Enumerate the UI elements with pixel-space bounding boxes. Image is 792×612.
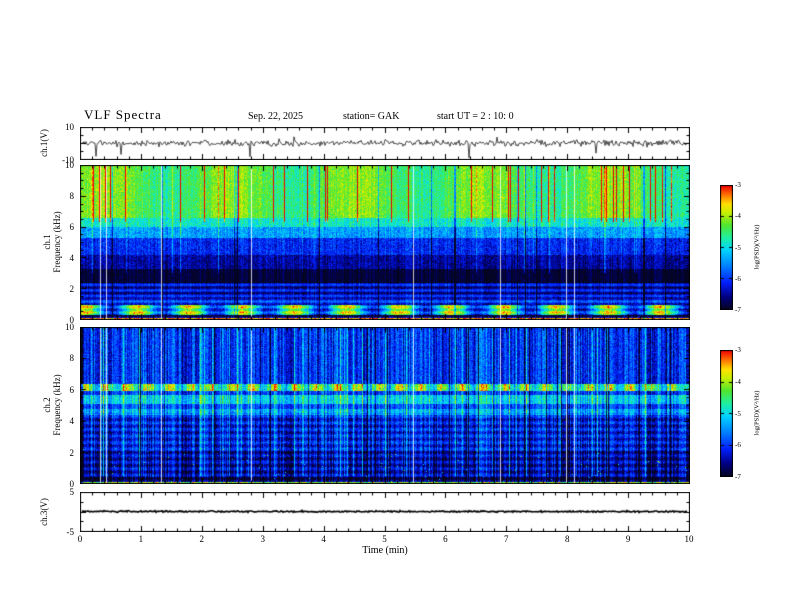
y-tick-label: 8 xyxy=(69,353,75,364)
ch1-voltage-trace-canvas xyxy=(80,127,690,160)
x-tick-label: 1 xyxy=(138,534,144,544)
frequency-units-label-line: Frequency (kHz) xyxy=(52,211,62,273)
y-tick-label: 10 xyxy=(65,160,74,170)
x-tick-label: 0 xyxy=(77,534,83,544)
ch1-label-line: ch.1 xyxy=(42,234,52,250)
station-label: station= GAK xyxy=(343,111,400,122)
colorbar-tick-label: -4 xyxy=(735,212,741,221)
y-tick-label: 2 xyxy=(69,284,75,294)
x-tick-label: 5 xyxy=(382,534,387,544)
colorbar1-unit-label: log(PSD)(V²/Hz) xyxy=(753,224,761,270)
colorbar-tick-label: -4 xyxy=(735,377,741,386)
x-tick-label: 3 xyxy=(260,534,265,544)
ch3-voltage-axis-label: ch.3(V) xyxy=(39,498,49,526)
x-tick-label: 9 xyxy=(625,534,631,544)
x-tick-label: 2 xyxy=(199,534,205,544)
ch1-voltage-axis-label: ch.1(V) xyxy=(39,129,49,157)
y-tick-label: 6 xyxy=(69,384,75,395)
colorbar-tick-label: -3 xyxy=(735,346,741,354)
x-tick-label: 7 xyxy=(504,534,509,544)
colorbar-tick-label: -7 xyxy=(735,306,741,314)
colorbar-tick-label: -6 xyxy=(735,441,741,450)
y-tick-label: 10 xyxy=(65,322,74,332)
ch1-spectrogram-canvas xyxy=(80,165,690,320)
y-tick-label: 10 xyxy=(65,122,74,132)
y-tick-label: 2 xyxy=(69,447,75,458)
ch2-label-line: ch.2 xyxy=(42,397,52,413)
x-tick-label: 8 xyxy=(564,534,570,544)
ch3-voltage-trace-canvas xyxy=(80,492,690,532)
start-ut-label: start UT = 2 : 10: 0 xyxy=(437,111,514,122)
ch2-frequency-axis-label: ch.2 Frequency (kHz) xyxy=(42,374,62,435)
time-axis-label: Time (min) xyxy=(362,545,408,556)
x-tick-label: 10 xyxy=(684,534,694,544)
colorbar-tick-label: -5 xyxy=(735,243,741,252)
colorbar-tick-label: -5 xyxy=(735,409,741,418)
ch1-frequency-axis-label: ch.1 Frequency (kHz) xyxy=(42,211,62,272)
x-tick-label: 4 xyxy=(321,534,326,544)
date-label: Sep. 22, 2025 xyxy=(248,111,303,122)
y-tick-label: 5 xyxy=(69,487,75,497)
colorbar-tick-label: -6 xyxy=(735,274,741,283)
x-tick-label: 6 xyxy=(443,534,448,544)
plot-title: VLF Spectra xyxy=(84,107,162,122)
colorbar2-unit-label: log(PSD)(V²/Hz) xyxy=(753,390,761,436)
vlf-spectra-figure: VLF Spectra Sep. 22, 2025 station= GAK s… xyxy=(0,0,792,612)
frequency-units-label-line: Frequency (kHz) xyxy=(52,374,62,436)
colorbar2-canvas xyxy=(720,350,733,477)
colorbar-tick-label: -3 xyxy=(735,181,741,189)
colorbar1-canvas xyxy=(720,185,733,310)
y-tick-label: 4 xyxy=(69,253,75,263)
ch2-spectrogram-canvas xyxy=(80,327,690,484)
y-tick-label: 4 xyxy=(69,416,75,427)
y-tick-label: 6 xyxy=(69,222,75,232)
colorbar-tick-label: -7 xyxy=(735,473,741,481)
y-tick-label: 8 xyxy=(69,191,75,201)
